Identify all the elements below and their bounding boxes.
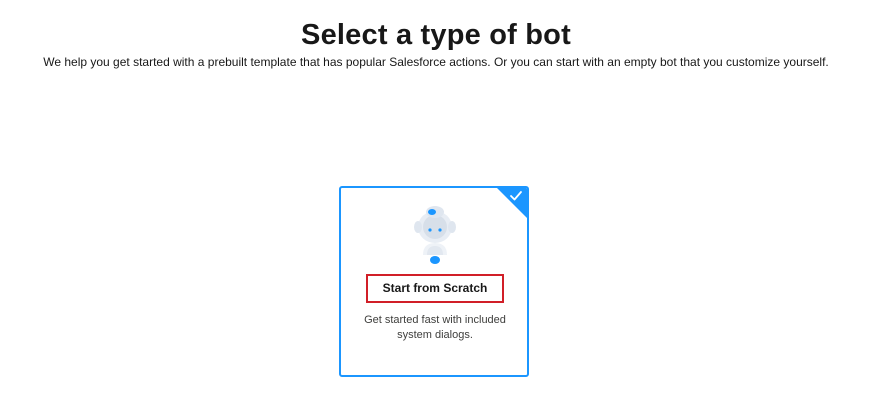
card-title: Start from Scratch [366, 274, 504, 303]
bot-icon [414, 206, 456, 264]
card-description: Get started fast with included system di… [364, 314, 506, 341]
bot-type-card-start-from-scratch[interactable]: Start from Scratch Get started fast with… [339, 186, 529, 377]
page-subtitle: We help you get started with a prebuilt … [43, 55, 829, 69]
page-title: Select a type of bot [301, 19, 571, 51]
checkmark-icon [510, 191, 522, 201]
